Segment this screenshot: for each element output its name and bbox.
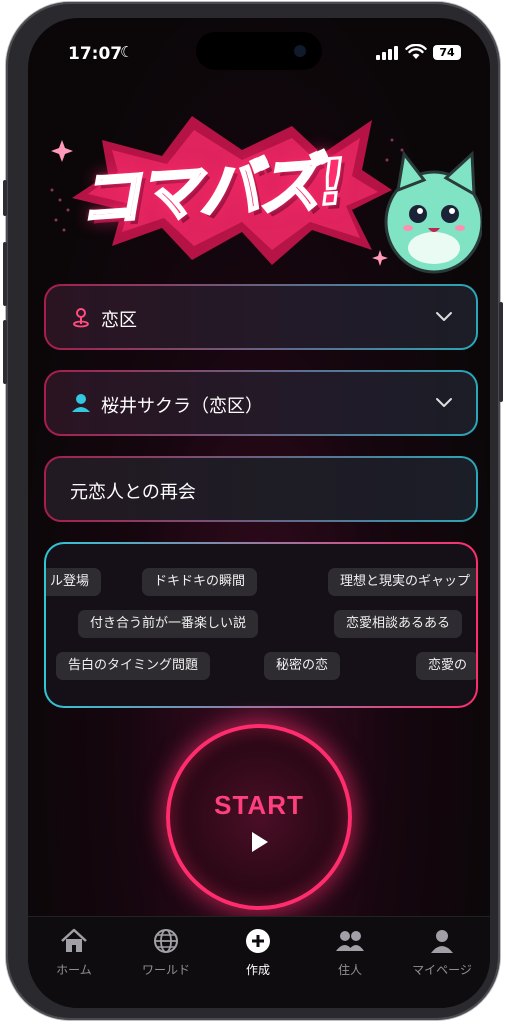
camera-icon [294, 45, 306, 57]
logo-title: コマバズ! [75, 143, 349, 237]
cellular-signal-icon [376, 46, 398, 60]
start-button[interactable]: START [166, 724, 352, 910]
character-select-value: 桜井サクラ（恋区） [101, 396, 263, 417]
tab-mypage[interactable]: マイページ [396, 927, 488, 978]
app-screen: 17:07 ☾ 74 コマバズ! 恋区 桜井サクラ（恋区） 元恋人との再会 ル登… [28, 18, 490, 1008]
chevron-down-icon [436, 312, 452, 321]
chevron-down-icon [436, 398, 452, 407]
play-icon [252, 832, 268, 852]
home-icon [61, 928, 87, 952]
suggestion-chip[interactable]: ドキドキの瞬間 [142, 568, 258, 596]
focus-moon-icon: ☾ [120, 43, 134, 61]
topic-suggestions-panel: ル登場 ドキドキの瞬間 理想と現実のギャップ 付き合う前が一番楽しい説 恋愛相談… [44, 542, 478, 708]
phone-frame: 17:07 ☾ 74 コマバズ! 恋区 桜井サクラ（恋区） 元恋人との再会 ル登… [3, 2, 503, 1020]
tab-create[interactable]: 作成 [212, 927, 304, 978]
volume-up-button [3, 242, 7, 306]
wifi-icon [405, 44, 427, 59]
tab-world[interactable]: ワールド [120, 927, 212, 978]
suggestion-chip[interactable]: 恋愛の [416, 652, 476, 680]
area-select[interactable]: 恋区 [44, 284, 478, 350]
dynamic-island [196, 32, 322, 70]
tab-create-label: 作成 [245, 963, 270, 977]
start-button-label: START [214, 790, 304, 820]
battery-indicator: 74 [433, 45, 461, 60]
globe-icon [154, 929, 178, 953]
tab-mypage-label: マイページ [412, 963, 472, 977]
app-logo: コマバズ! [42, 110, 482, 280]
bottom-tab-bar: ホーム ワールド 作成 住人 マイページ [28, 916, 490, 1008]
suggestion-chip[interactable]: 秘密の恋 [264, 652, 341, 680]
suggestion-chip[interactable]: 理想と現実のギャップ [328, 568, 476, 596]
tab-home-label: ホーム [56, 963, 92, 977]
location-pin-icon [73, 308, 89, 328]
tab-residents-label: 住人 [337, 963, 362, 977]
people-icon [336, 931, 364, 951]
tab-world-label: ワールド [141, 963, 190, 977]
power-button [499, 302, 503, 402]
mascot-icon [384, 150, 482, 274]
suggestion-chip[interactable]: 付き合う前が一番楽しい説 [78, 610, 259, 638]
status-time: 17:07 [68, 44, 123, 64]
area-select-value: 恋区 [101, 310, 137, 331]
suggestion-chip[interactable]: ル登場 [46, 568, 102, 596]
tab-residents[interactable]: 住人 [304, 927, 396, 978]
person-icon [431, 930, 453, 953]
suggestion-chip[interactable]: 恋愛相談あるある [334, 610, 463, 638]
topic-input-value: 元恋人との再会 [70, 482, 196, 503]
character-select[interactable]: 桜井サクラ（恋区） [44, 370, 478, 436]
suggestion-chip[interactable]: 告白のタイミング問題 [56, 652, 211, 680]
topic-input[interactable]: 元恋人との再会 [44, 456, 478, 522]
person-icon [72, 394, 90, 412]
volume-down-button [3, 320, 7, 384]
mute-switch [3, 180, 7, 216]
status-bar: 17:07 ☾ 74 [28, 18, 490, 80]
tab-home[interactable]: ホーム [28, 927, 120, 978]
plus-circle-icon [246, 929, 270, 953]
